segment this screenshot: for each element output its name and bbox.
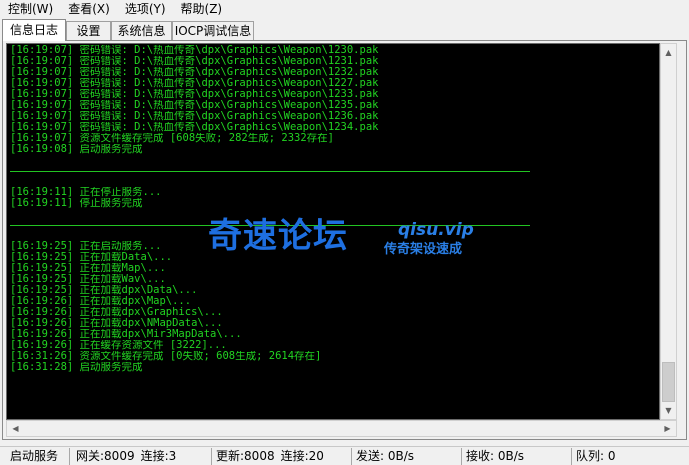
log-line: [16:31:28] 启动服务完成 (10, 362, 143, 373)
horizontal-scrollbar[interactable]: ◀ ▶ (6, 420, 677, 437)
menu-bar: 控制(W) 查看(X) 选项(Y) 帮助(Z) (0, 0, 689, 19)
menu-options[interactable]: 选项(Y) (117, 0, 173, 19)
log-line: [16:19:07] 密码错误: D:\热血传奇\dpx\Graphics\We… (10, 111, 379, 122)
log-line: [16:19:11] 停止服务完成 (10, 198, 143, 209)
log-line: [16:19:07] 密码错误: D:\热血传奇\dpx\Graphics\We… (10, 45, 379, 56)
scroll-left-button[interactable]: ◀ (7, 421, 24, 436)
status-recv: 接收: 0B/s (462, 448, 572, 465)
arrow-left-icon: ◀ (12, 424, 19, 433)
log-line: [16:19:07] 密码错误: D:\热血传奇\dpx\Graphics\We… (10, 78, 379, 89)
arrow-right-icon: ▶ (664, 424, 671, 433)
log-separator (10, 225, 530, 226)
arrow-down-icon: ▼ (665, 406, 672, 415)
arrow-up-icon: ▲ (665, 48, 672, 57)
menu-view[interactable]: 查看(X) (60, 0, 117, 19)
status-update: 更新:8008 连接:20 (212, 448, 352, 465)
log-line: [16:19:07] 资源文件缓存完成 [608失败; 282生成; 2332存… (10, 133, 335, 144)
log-line: [16:19:26] 正在缓存资源文件 [3222]... (10, 340, 227, 351)
tab-system-info[interactable]: 系统信息 (111, 21, 172, 41)
log-line: [16:19:26] 正在加载dpx\Graphics\... (10, 307, 223, 318)
tab-iocp-debug[interactable]: IOCP调试信息 (172, 21, 254, 41)
log-line: [16:19:25] 正在加载Data\... (10, 252, 173, 263)
menu-control[interactable]: 控制(W) (0, 0, 60, 19)
status-queue: 队列: 0 (572, 448, 685, 465)
scroll-down-button[interactable]: ▼ (661, 402, 676, 419)
status-bar: 启动服务 网关:8009 连接:3 更新:8008 连接:20 发送: 0B/s 接… (0, 446, 689, 465)
log-blank (10, 155, 659, 166)
status-service: 启动服务 (6, 448, 70, 465)
scroll-right-button[interactable]: ▶ (659, 421, 676, 436)
log-line: [16:19:25] 正在加载Map\... (10, 263, 166, 274)
tab-bar: 信息日志 设置 系统信息 IOCP调试信息 (0, 19, 689, 41)
vertical-scrollbar[interactable]: ▲ ▼ (660, 43, 677, 420)
log-line: [16:19:07] 密码错误: D:\热血传奇\dpx\Graphics\We… (10, 89, 379, 100)
status-send-rate: 发送: 0B/s (356, 449, 415, 463)
status-gateway-connections: 连接:3 (140, 449, 177, 463)
log-line: [16:31:26] 资源文件缓存完成 [0失败; 608生成; 2614存在] (10, 351, 322, 362)
status-update-port: 更新:8008 (216, 449, 275, 463)
status-gateway: 网关:8009 连接:3 (72, 448, 212, 465)
log-view[interactable]: [16:19:07] 密码错误: D:\热血传奇\dpx\Graphics\We… (6, 43, 660, 420)
status-update-connections: 连接:20 (280, 449, 324, 463)
menu-help[interactable]: 帮助(Z) (173, 0, 230, 19)
log-lines: [16:19:07] 密码错误: D:\热血传奇\dpx\Graphics\We… (10, 45, 659, 373)
log-line: [16:19:25] 正在启动服务... (10, 241, 162, 252)
log-blank (10, 209, 659, 220)
log-line: [16:19:07] 密码错误: D:\热血传奇\dpx\Graphics\We… (10, 67, 379, 78)
log-line: [16:19:07] 密码错误: D:\热血传奇\dpx\Graphics\We… (10, 56, 379, 67)
log-blank (10, 176, 659, 187)
log-line: [16:19:26] 正在加载dpx\Mir3MapData\... (10, 329, 242, 340)
vertical-scroll-thumb[interactable] (662, 362, 675, 402)
tab-settings[interactable]: 设置 (66, 21, 111, 41)
status-recv-rate: 接收: 0B/s (466, 449, 525, 463)
log-line: [16:19:26] 正在加载dpx\NMapData\... (10, 318, 223, 329)
log-line: [16:19:11] 正在停止服务... (10, 187, 162, 198)
log-line: [16:19:07] 密码错误: D:\热血传奇\dpx\Graphics\We… (10, 100, 379, 111)
scroll-up-button[interactable]: ▲ (661, 44, 676, 61)
status-gateway-port: 网关:8009 (76, 449, 135, 463)
log-line: [16:19:08] 启动服务完成 (10, 144, 143, 155)
log-blank (10, 230, 659, 241)
status-queue-count: 队列: 0 (576, 449, 616, 463)
tab-info-log[interactable]: 信息日志 (2, 19, 66, 41)
log-separator (10, 171, 530, 172)
log-line: [16:19:07] 密码错误: D:\热血传奇\dpx\Graphics\We… (10, 122, 379, 133)
log-line: [16:19:26] 正在加载dpx\Map\... (10, 296, 192, 307)
status-send: 发送: 0B/s (352, 448, 462, 465)
status-service-text: 启动服务 (10, 449, 59, 463)
log-line: [16:19:25] 正在加载dpx\Data\... (10, 285, 198, 296)
log-line: [16:19:25] 正在加载Wav\... (10, 274, 166, 285)
